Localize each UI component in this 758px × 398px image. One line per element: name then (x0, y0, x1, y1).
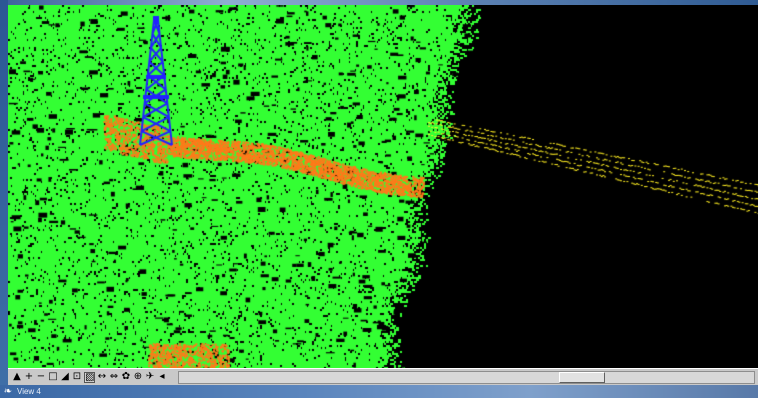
view-window-icon[interactable]: ❧ (2, 386, 14, 397)
zoom-in-icon[interactable]: + (24, 372, 34, 382)
cad-window: ▲ + − □ ◢ ⊡ ▨ ↔ ⇔ ✿ ⊕ ✈ ◂ ❧ View 4 (0, 0, 758, 398)
pan-view-icon[interactable]: ▨ (84, 371, 95, 383)
view-control-tools: ▲ + − □ ◢ ⊡ ▨ ↔ ⇔ ✿ ⊕ ✈ ◂ (12, 371, 167, 383)
fit-view-icon[interactable]: ◢ (60, 372, 70, 382)
point-cloud-viewport[interactable] (8, 5, 758, 368)
zoom-out-icon[interactable]: − (36, 372, 46, 382)
view-toolbar: ▲ + − □ ◢ ⊡ ▨ ↔ ⇔ ✿ ⊕ ✈ ◂ (8, 368, 758, 385)
tool-up-icon[interactable]: ▲ (12, 372, 22, 382)
view-taskbar: ❧ View 4 (0, 385, 758, 398)
horizontal-scrollbar[interactable] (178, 371, 755, 384)
scroll-left-icon[interactable]: ◂ (157, 372, 167, 382)
fly-icon[interactable]: ✈ (145, 372, 155, 382)
point-cloud-canvas[interactable] (8, 5, 758, 368)
view-label[interactable]: View 4 (17, 386, 41, 397)
window-left-border (0, 0, 8, 398)
view-attributes-icon[interactable]: ⊕ (133, 372, 143, 382)
scrollbar-thumb[interactable] (559, 372, 605, 383)
view-previous-icon[interactable]: ↔ (97, 372, 107, 382)
view-next-icon[interactable]: ⇔ (109, 372, 119, 382)
rotate-view-icon[interactable]: ⊡ (72, 372, 82, 382)
copy-view-icon[interactable]: ✿ (121, 372, 131, 382)
window-area-icon[interactable]: □ (48, 372, 58, 382)
